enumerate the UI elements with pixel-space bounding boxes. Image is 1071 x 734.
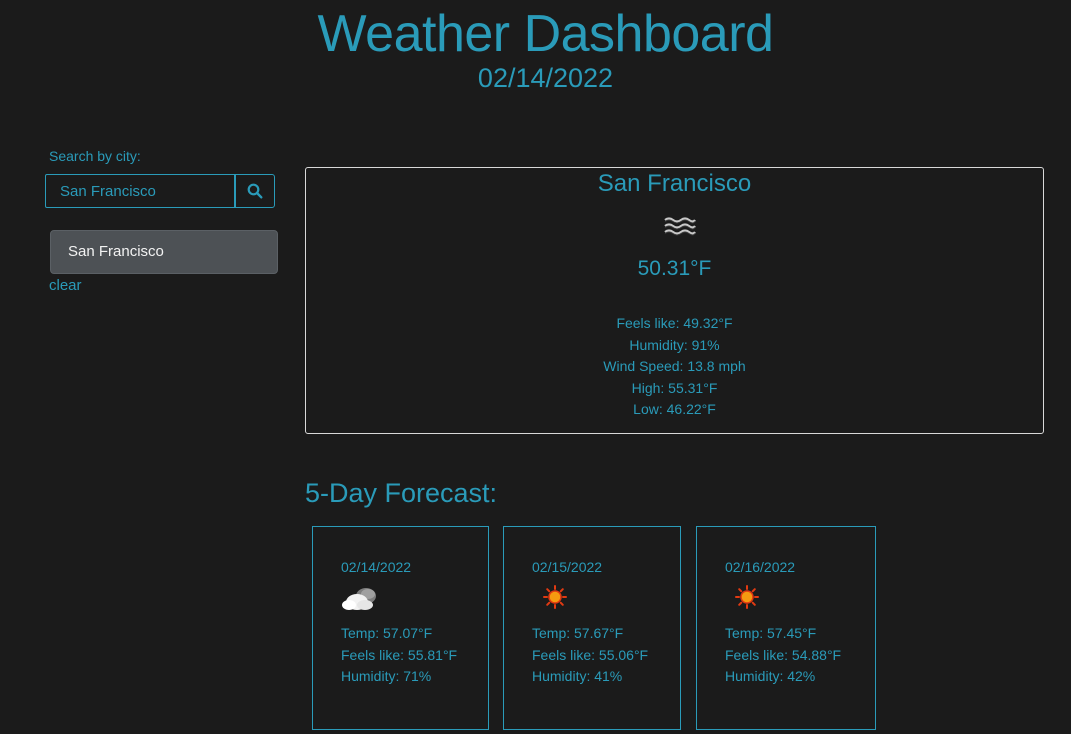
current-low: Low: 46.22°F [633, 401, 716, 417]
header-date: 02/14/2022 [477, 63, 614, 93]
search-input[interactable] [45, 174, 235, 208]
forecast-feels-like: Feels like: 55.06°F [532, 646, 649, 663]
fog-icon [664, 217, 696, 242]
forecast-temp: Temp: 57.45°F [725, 625, 817, 641]
forecast-date: 02/15/2022 [532, 559, 603, 575]
current-weather-card: San Francisco 50.31°F Feels like: 49.32°… [305, 167, 1044, 434]
clear-link[interactable]: clear [49, 277, 82, 294]
current-wind-speed: Wind Speed: 13.8 mph [603, 358, 746, 374]
partly-cloudy-icon [341, 585, 381, 618]
current-details: Feels like: 49.32°F Humidity: 91% Wind S… [306, 313, 1043, 421]
forecast-humidity: Humidity: 41% [532, 668, 623, 684]
current-feels-like: Feels like: 49.32°F [616, 315, 733, 331]
forecast-title: 5-Day Forecast: [305, 478, 498, 508]
sun-icon [532, 585, 567, 614]
page-title: Weather Dashboard [317, 5, 774, 63]
forecast-details: Temp: 57.07°F Feels like: 55.81°F Humidi… [341, 623, 457, 688]
current-temp: 50.31°F [637, 257, 712, 280]
current-city: San Francisco [597, 170, 752, 197]
forecast-date: 02/14/2022 [341, 559, 412, 575]
forecast-card-day-2: 02/15/2022 Temp: 57.67°F Feels like: 55.… [503, 526, 681, 730]
forecast-temp: Temp: 57.67°F [532, 625, 624, 641]
forecast-humidity: Humidity: 42% [725, 668, 816, 684]
search-icon [247, 183, 263, 199]
forecast-humidity: Humidity: 71% [341, 668, 432, 684]
forecast-feels-like: Feels like: 54.88°F [725, 646, 842, 663]
current-high: High: 55.31°F [631, 379, 718, 396]
search-label: Search by city: [49, 148, 141, 164]
sun-icon [725, 585, 759, 614]
forecast-card-day-1: 02/14/2022 Temp: 57.07°F Feels like: 55.… [312, 526, 489, 730]
current-humidity: Humidity: 91% [629, 336, 720, 353]
forecast-feels-like: Feels like: 55.81°F [341, 646, 458, 663]
history-item-san-francisco[interactable]: San Francisco [50, 230, 278, 274]
forecast-details: Temp: 57.45°F Feels like: 54.88°F Humidi… [725, 623, 841, 688]
search-button[interactable] [235, 174, 275, 208]
forecast-card-day-3: 02/16/2022 Temp: 57.45°F Feels like: 54.… [696, 526, 876, 730]
forecast-temp: Temp: 57.07°F [341, 625, 433, 641]
forecast-details: Temp: 57.67°F Feels like: 55.06°F Humidi… [532, 623, 648, 688]
forecast-date: 02/16/2022 [725, 559, 796, 575]
